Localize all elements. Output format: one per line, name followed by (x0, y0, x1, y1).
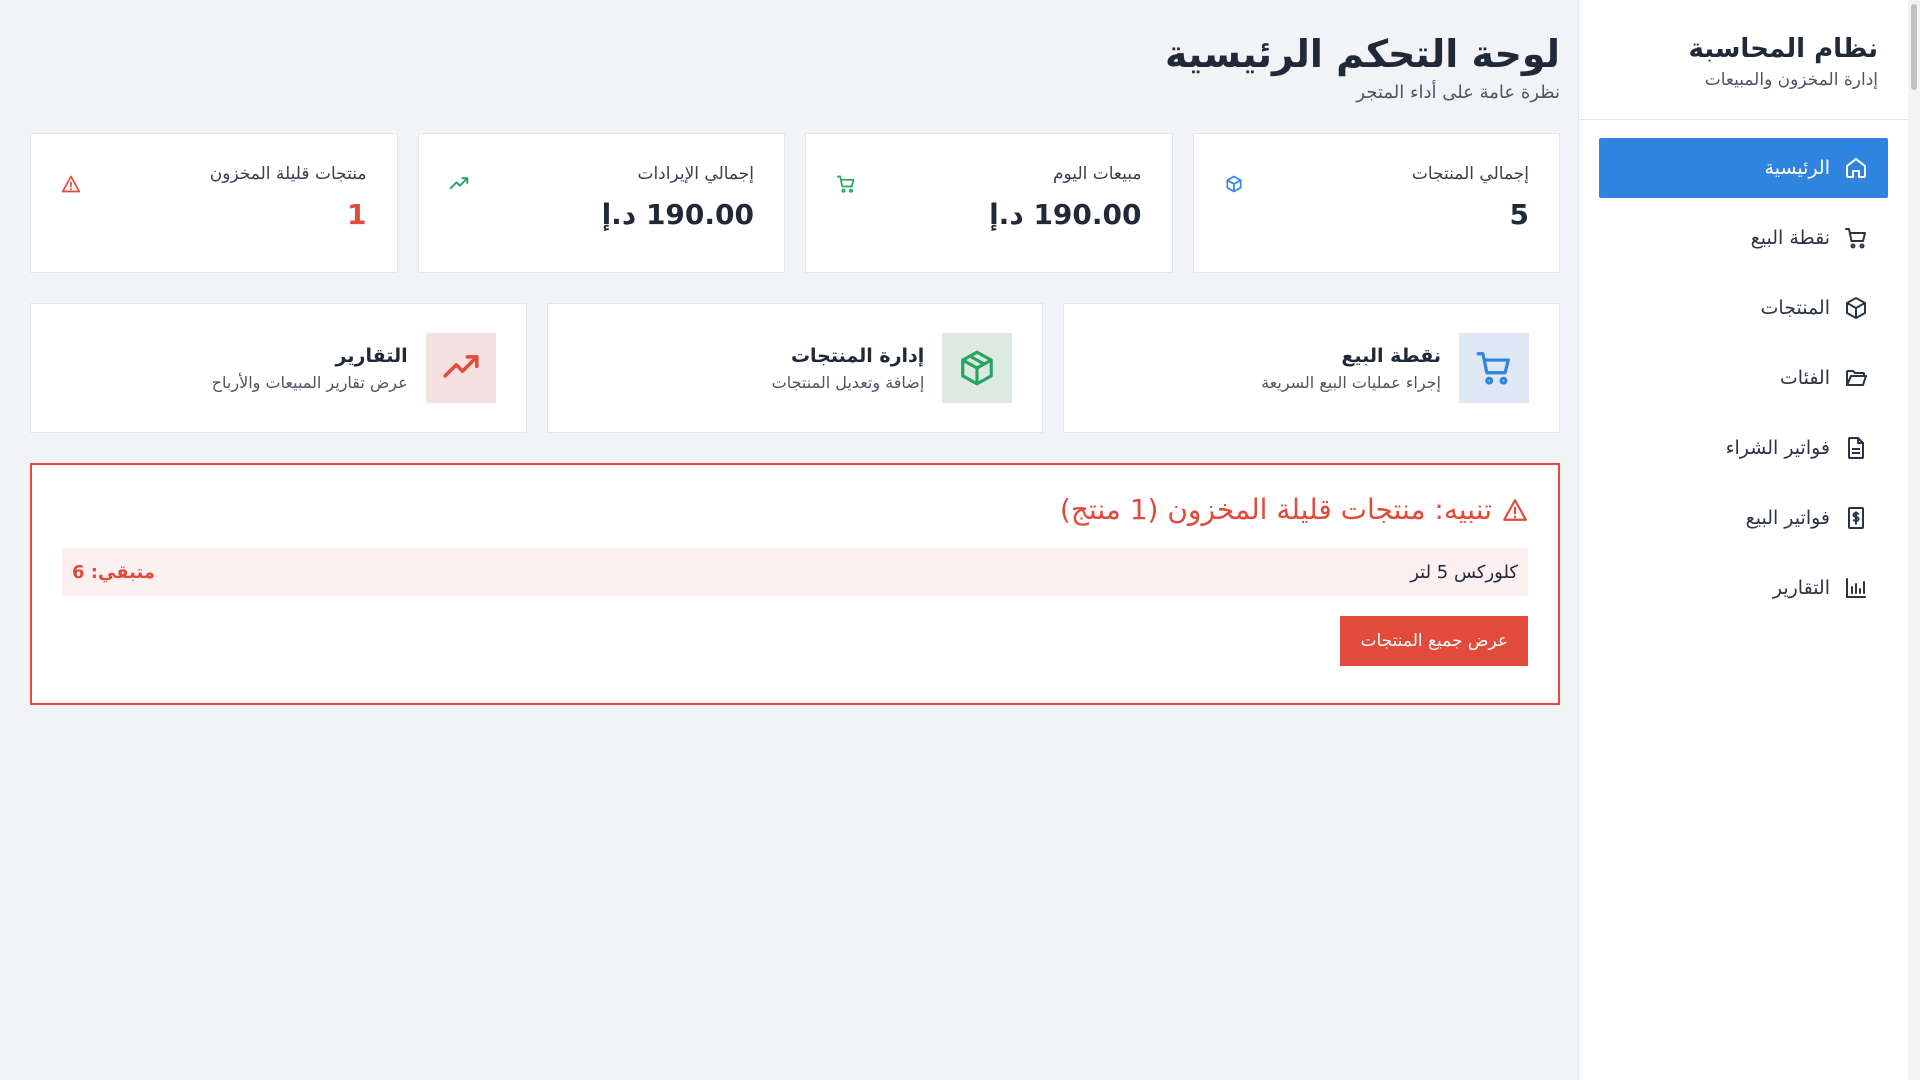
quick-action-title: إدارة المنتجات (790, 344, 925, 367)
warning-icon (61, 175, 81, 193)
sidebar-item-products[interactable]: المنتجات (1599, 278, 1888, 338)
stat-value: 5 (1509, 198, 1529, 231)
quick-action-text: إدارة المنتجات إضافة وتعديل المنتجات (772, 345, 925, 392)
cart-icon (1845, 228, 1866, 249)
quick-action-title: التقارير (335, 344, 408, 367)
quick-action-products[interactable]: إدارة المنتجات إضافة وتعديل المنتجات (546, 303, 1044, 433)
view-all-products-button[interactable]: عرض جميع المنتجات (1340, 616, 1528, 666)
app-subtitle: إدارة المخزون والمبيعات (1704, 70, 1878, 90)
sidebar-item-label: نقطة البيع (1750, 227, 1830, 249)
sidebar-item-label: الفئات (1779, 367, 1830, 389)
low-stock-product-name: كلوركس 5 لتر (1410, 561, 1518, 583)
stat-value: 190.00 د.إ (601, 198, 754, 231)
quick-action-desc: عرض تقارير المبيعات والأرباح (211, 372, 408, 392)
stat-value: 190.00 د.إ (989, 198, 1142, 231)
document-icon (1848, 437, 1864, 459)
cart-icon (836, 175, 855, 193)
quick-actions-row: نقطة البيع إجراء عمليات البيع السريعة إد… (29, 303, 1560, 433)
scrollbar[interactable] (1908, 0, 1920, 1080)
box-icon (1846, 297, 1866, 319)
sidebar-item-label: الرئيسية (1764, 157, 1830, 179)
stat-card-total-revenue: إجمالي الإيرادات 190.00 د.إ (417, 133, 785, 273)
sidebar-item-label: فواتير البيع (1745, 507, 1830, 529)
quick-action-text: التقارير عرض تقارير المبيعات والأرباح (212, 345, 408, 392)
sidebar-item-reports[interactable]: التقارير (1599, 558, 1888, 618)
main-content: لوحة التحكم الرئيسية نظرة عامة على أداء … (0, 0, 1590, 1080)
quick-action-icon-box (425, 333, 496, 403)
cart-icon (1476, 352, 1510, 385)
bar-chart-icon (1846, 578, 1866, 598)
sidebar-nav: الرئيسية نقطة البيع المنتجات الفئات فوات… (1579, 120, 1908, 618)
quick-action-pos[interactable]: نقطة البيع إجراء عمليات البيع السريعة (1063, 303, 1560, 433)
folder-icon (1846, 370, 1867, 386)
box-icon (961, 350, 994, 386)
home-icon (1846, 158, 1866, 178)
stat-card-today-sales: مبيعات اليوم 190.00 د.إ (805, 133, 1173, 273)
quick-action-desc: إضافة وتعديل المنتجات (771, 372, 925, 392)
scrollbar-thumb[interactable] (1911, 4, 1917, 90)
warning-icon (1503, 498, 1527, 521)
box-icon (1226, 175, 1241, 193)
stat-label: منتجات قليلة المخزون (209, 164, 367, 184)
sidebar-item-pos[interactable]: نقطة البيع (1599, 208, 1888, 268)
stat-card-total-products: إجمالي المنتجات 5 (1192, 133, 1560, 273)
quick-action-icon-box (1459, 333, 1529, 403)
stat-label: مبيعات اليوم (1053, 164, 1142, 184)
page-title: لوحة التحكم الرئيسية (1164, 32, 1560, 76)
quick-action-icon-box (942, 333, 1013, 403)
app-title: نظام المحاسبة (1688, 34, 1878, 64)
alert-title-text: تنبيه: منتجات قليلة المخزون (1 منتج) (1059, 493, 1492, 526)
stat-label: إجمالي الإيرادات (637, 164, 754, 184)
sidebar-item-home[interactable]: الرئيسية (1599, 138, 1888, 198)
sidebar-item-label: التقارير (1772, 577, 1830, 599)
sidebar-item-label: المنتجات (1760, 297, 1830, 319)
sidebar-header: نظام المحاسبة إدارة المخزون والمبيعات (1579, 0, 1908, 120)
sidebar-item-purchase-invoices[interactable]: فواتير الشراء (1599, 418, 1888, 478)
stat-card-low-stock: منتجات قليلة المخزون 1 (30, 133, 398, 273)
page-subtitle: نظرة عامة على أداء المتجر (1356, 82, 1560, 103)
low-stock-alert: تنبيه: منتجات قليلة المخزون (1 منتج) كلو… (30, 463, 1560, 705)
sidebar-item-sales-invoices[interactable]: فواتير البيع (1599, 488, 1888, 548)
quick-action-reports[interactable]: التقارير عرض تقارير المبيعات والأرباح (29, 303, 527, 433)
stats-row: إجمالي المنتجات 5 مبيعات اليوم 190.00 د.… (30, 133, 1560, 273)
low-stock-item: كلوركس 5 لتر متبقي: 6 (62, 548, 1528, 596)
alert-title: تنبيه: منتجات قليلة المخزون (1 منتج) (62, 493, 1528, 526)
stat-value: 1 (347, 198, 367, 231)
stat-label: إجمالي المنتجات (1411, 164, 1529, 184)
sidebar-item-categories[interactable]: الفئات (1599, 348, 1888, 408)
quick-action-text: نقطة البيع إجراء عمليات البيع السريعة (1261, 345, 1441, 392)
low-stock-remaining: متبقي: 6 (72, 561, 156, 583)
sidebar-item-label: فواتير الشراء (1725, 437, 1830, 459)
trending-up-icon (449, 177, 468, 190)
trending-up-icon (443, 355, 479, 378)
quick-action-desc: إجراء عمليات البيع السريعة (1261, 372, 1441, 392)
quick-action-title: نقطة البيع (1341, 344, 1441, 367)
dollar-document-icon (1848, 507, 1864, 529)
sidebar: نظام المحاسبة إدارة المخزون والمبيعات ال… (1578, 0, 1908, 1080)
